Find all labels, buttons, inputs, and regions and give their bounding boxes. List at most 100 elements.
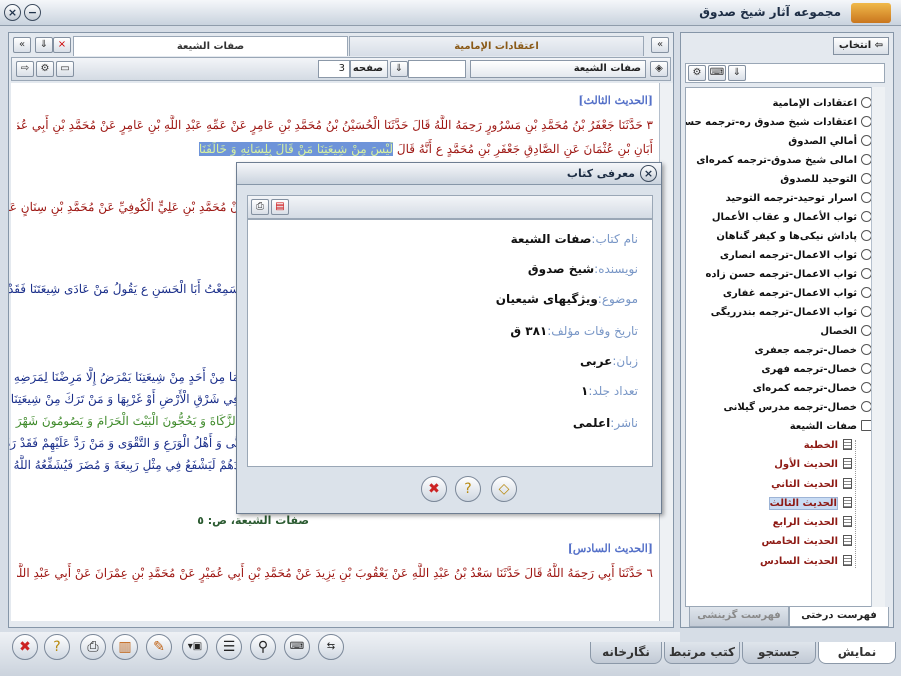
select-button[interactable]: ⇦ انتخاب	[833, 37, 889, 55]
compare-button[interactable]: ⇆	[318, 634, 344, 660]
tree-item[interactable]: أمالي الصدوق	[686, 132, 872, 151]
tab-selective-index[interactable]: فهرست گزینشی	[689, 607, 789, 627]
info-volumes-row: تعداد جلد:۱	[581, 384, 638, 398]
book-info-panel: نام کتاب:صفات الشيعة نویسنده:شیخ صدوق مو…	[247, 219, 653, 467]
dialog-close-button[interactable]: ×	[640, 165, 657, 182]
tab-search[interactable]: جستجو	[742, 642, 816, 664]
tree-search-input[interactable]	[748, 64, 884, 82]
filter-dropdown-icon[interactable]: ⇓	[728, 65, 746, 81]
list-button[interactable]: ☰	[216, 634, 242, 660]
text-line: ٣ حَدَّثَنَا جَعْفَرُ بْنُ مُحَمَّدِ بْن…	[17, 118, 653, 132]
chapter-item[interactable]: الحديث الأول	[702, 455, 852, 474]
tab-itiqadat[interactable]: اعتقادات الإمامية	[349, 36, 644, 56]
tree-item-open[interactable]: صفات الشيعة	[686, 417, 872, 436]
export-dropdown-button[interactable]: ▾▣	[182, 634, 208, 660]
books-button[interactable]: ▥	[112, 634, 138, 660]
tab-gallery[interactable]: نگارخانه	[590, 642, 662, 664]
tree-item[interactable]: امالی شیخ صدوق-ترجمه کمره‌ای	[686, 151, 872, 170]
info-language-row: زبان:عربی	[580, 354, 638, 368]
info-label: تاریخ وفات مؤلف:	[547, 324, 638, 338]
tree-books: اعتقادات الإمامية اعتقادات شیخ صدوق ره-ت…	[686, 94, 872, 436]
minimize-window-button[interactable]: −	[24, 4, 41, 21]
text-line: ٦ حَدَّثَنَا أَبِي رَحِمَهُ اللَّهُ قَال…	[17, 566, 653, 580]
document-icon	[843, 496, 852, 508]
tree-item[interactable]: اسرار توحید-ترجمه التوحيد	[686, 189, 872, 208]
bookmark-icon[interactable]: ◈	[650, 61, 668, 77]
tree-item[interactable]: ثواب الاعمال-ترجمه غفاری	[686, 284, 872, 303]
page-dropdown-arrow[interactable]: ⇓	[390, 61, 408, 77]
print-icon[interactable]: ⎙	[251, 199, 269, 215]
tabs-scroll-left-button[interactable]: «	[13, 37, 31, 53]
tree-item[interactable]: ثواب الاعمال-ترجمه حسن زاده	[686, 265, 872, 284]
info-value: ویژگیهای شیعیان	[495, 292, 598, 306]
selected-text: لَيْسَ مِنْ شِيعَتِنَا مَنْ قَالَ بِلِسَ…	[198, 142, 394, 156]
info-label: نام کتاب:	[591, 232, 638, 246]
tab-sifat-al-shia[interactable]: صفات الشيعة	[73, 36, 348, 56]
next-arrow-button[interactable]: ⇨	[16, 61, 34, 77]
chapter-item[interactable]: الحديث السادس	[702, 552, 852, 571]
tree-search-bar: ⚙ ⌨ ⇓	[685, 63, 885, 83]
tabs-scroll-right-button[interactable]: «	[651, 37, 669, 53]
page-reference: صفات الشيعة، ص: ٥	[197, 514, 309, 527]
dialog-help-button[interactable]: ?	[455, 476, 481, 502]
page-number-input[interactable]: 3	[318, 60, 350, 78]
keyboard-icon[interactable]: ⌨	[708, 65, 726, 81]
book-combo[interactable]: صفات الشيعة	[470, 60, 646, 78]
chapter-item[interactable]: الحديث الخامس	[702, 532, 852, 551]
title-bar: × − مجموعه آثار شیخ صدوق	[0, 0, 901, 26]
chapter-item[interactable]: الحديث الثاني	[702, 475, 852, 494]
book-tree[interactable]: اعتقادات الإمامية اعتقادات شیخ صدوق ره-ت…	[685, 87, 879, 607]
tab-related-books[interactable]: کتب مرتبط	[664, 642, 740, 664]
tree-item[interactable]: خصال-ترجمه جعفری	[686, 341, 872, 360]
tree-item[interactable]: اعتقادات شیخ صدوق ره-ترجمه حسنی	[686, 113, 872, 132]
select-button-arrow-icon: ⇦	[874, 40, 884, 51]
text-line: مَا مِنْ أَحَدٍ مِنْ شِيعَتِنَا يَمْرَضُ…	[13, 370, 239, 384]
chapter-item-selected[interactable]: الحديث الثالث	[702, 494, 852, 513]
help-button[interactable]: ?	[44, 634, 70, 660]
dialog-cancel-button[interactable]: ✖	[421, 476, 447, 502]
tree-item[interactable]: الخصال	[686, 322, 872, 341]
info-label: نویسنده:	[594, 262, 638, 276]
tab-menu-button[interactable]: ⇓	[35, 37, 53, 53]
info-value: صفات الشيعة	[510, 232, 592, 246]
view-mode-icon[interactable]: ▭	[56, 61, 74, 77]
info-death-row: تاریخ وفات مؤلف:۳۸۱ ق	[510, 324, 638, 338]
chapter-item[interactable]: الخطبة	[702, 436, 852, 455]
info-publisher-row: ناشر:اعلمی	[573, 416, 638, 430]
chapter-item[interactable]: الحديث الرابع	[702, 513, 852, 532]
dialog-note-button[interactable]: ◇	[491, 476, 517, 502]
settings-icon[interactable]: ⚙	[688, 65, 706, 81]
document-icon	[843, 554, 852, 566]
navigation-panel: ⇦ انتخاب ⚙ ⌨ ⇓ اعتقادات الإمامية اعتقادا…	[680, 32, 894, 628]
tree-item[interactable]: اعتقادات الإمامية	[686, 94, 872, 113]
dialog-title-bar: × معرفی کتاب	[237, 163, 661, 185]
tree-item[interactable]: خصال-ترجمه مدرس گیلانی	[686, 398, 872, 417]
info-label: زبان:	[612, 354, 638, 368]
print-button[interactable]: ⎙	[80, 634, 106, 660]
close-window-button[interactable]: ×	[4, 4, 21, 21]
tree-item[interactable]: خصال-ترجمه فهری	[686, 360, 872, 379]
close-book-button[interactable]: ✖	[12, 634, 38, 660]
volume-input[interactable]	[408, 60, 466, 78]
search-icon[interactable]: ⚲	[250, 634, 276, 660]
tab-display[interactable]: نمایش	[818, 642, 896, 664]
text-line: نَّى وَ أَهْلُ الْوَرَعِ وَ التَّقْوَى و…	[9, 436, 239, 450]
tree-item[interactable]: خصال-ترجمه کمره‌ای	[686, 379, 872, 398]
tree-item[interactable]: التوحيد للصدوق	[686, 170, 872, 189]
edit-note-button[interactable]: ✎	[146, 634, 172, 660]
text-line: دَهُمْ لَيَشْفَعُ فِي مِثْلِ رَبِيعَةَ و…	[13, 458, 239, 472]
tab-tree-index[interactable]: فهرست درختی	[789, 607, 889, 627]
keyboard-button[interactable]: ⌨	[284, 634, 310, 660]
pdf-icon[interactable]: ▤	[271, 199, 289, 215]
close-tab-button[interactable]: ×	[53, 37, 71, 53]
tree-item[interactable]: ثواب الاعمال-ترجمه انصاری	[686, 246, 872, 265]
tree-scrollbar[interactable]	[871, 87, 885, 607]
tree-item[interactable]: ثواب الأعمال و عقاب الأعمال	[686, 208, 872, 227]
document-icon	[843, 477, 852, 489]
settings-icon[interactable]: ⚙	[36, 61, 54, 77]
tree-item[interactable]: ثواب الاعمال-ترجمه بندرریگی	[686, 303, 872, 322]
text-line: سَمِعْتُ أَبَا الْحَسَنِ ع يَقُولُ مَنْ …	[9, 282, 239, 296]
window-title: مجموعه آثار شیخ صدوق	[699, 5, 841, 19]
page-label: صفحه	[350, 60, 388, 78]
tree-item[interactable]: پاداش نیکی‌ها و کیفر گناهان	[686, 227, 872, 246]
